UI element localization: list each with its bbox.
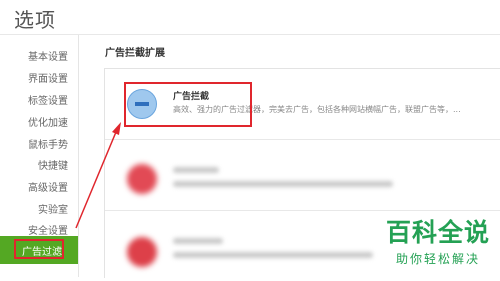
- watermark: 百科全说 助你轻松解决: [378, 213, 498, 267]
- watermark-title: 百科全说: [385, 218, 490, 247]
- watermark-subtitle: 助你轻松解决: [395, 252, 480, 266]
